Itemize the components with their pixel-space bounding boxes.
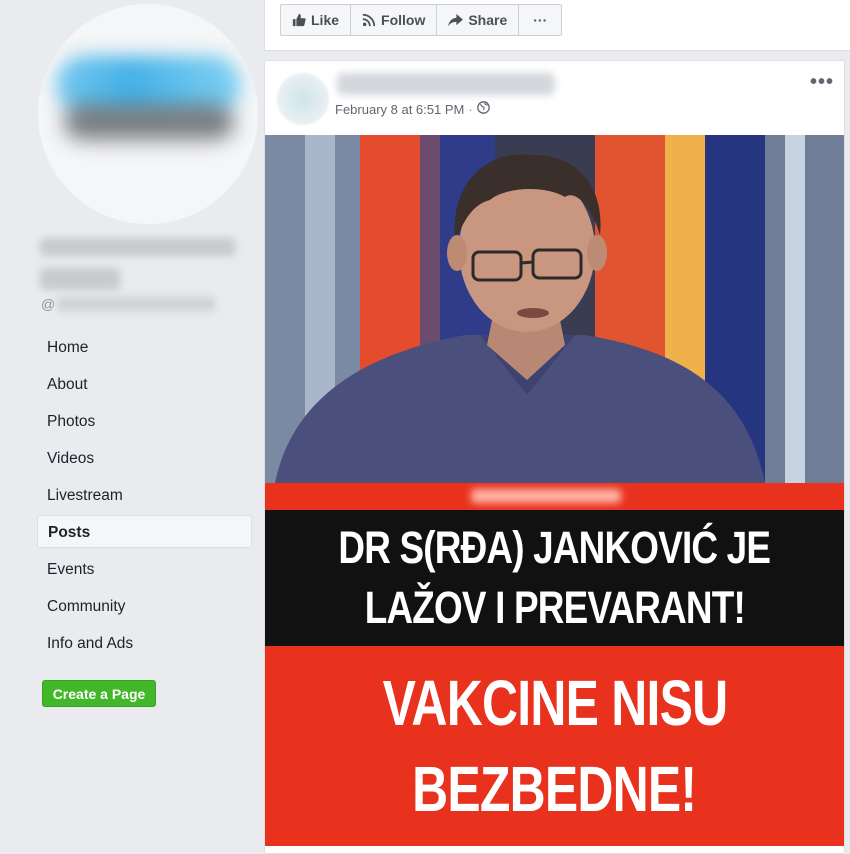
rss-icon [362, 13, 376, 27]
nav-item-events[interactable]: Events [37, 552, 252, 585]
share-arrow-icon [448, 13, 464, 27]
page-action-buttons: Like Follow Share ··· [280, 4, 563, 36]
share-button[interactable]: Share [437, 5, 520, 35]
handle-redacted [57, 297, 216, 311]
thumbs-up-icon [292, 13, 306, 27]
nav-item-posts[interactable]: Posts [37, 515, 252, 548]
page-name-redacted-line2[interactable] [40, 268, 120, 290]
photo-of-man [265, 135, 844, 483]
page-actions-bar: Like Follow Share ··· [264, 0, 850, 51]
caption-line-2: LAŽOV I PREVARANT! [364, 582, 745, 633]
like-label: Like [311, 12, 340, 28]
black-caption-banner: DR S(RĐA) JANKOVIĆ JE LAŽOV I PREVARANT! [265, 510, 844, 646]
create-page-button[interactable]: Create a Page [42, 680, 156, 707]
follow-label: Follow [381, 12, 426, 28]
post-options-button[interactable]: ••• [810, 71, 834, 94]
post-image[interactable]: DR S(RĐA) JANKOVIĆ JE LAŽOV I PREVARANT!… [265, 135, 844, 846]
red-banner-top [265, 483, 844, 510]
post-card: February 8 at 6:51 PM · ••• DR S(RĐA) JA… [264, 60, 845, 854]
page-sidebar: @ Home About Photos Videos Livestream Po… [0, 0, 262, 854]
like-button[interactable]: Like [281, 5, 352, 35]
handle-at-sign: @ [41, 296, 56, 312]
post-author-avatar[interactable] [277, 73, 329, 125]
nav-item-videos[interactable]: Videos [37, 441, 252, 474]
blurred-logo-text [64, 104, 234, 140]
nav-item-photos[interactable]: Photos [37, 404, 252, 437]
post-author-name-redacted[interactable] [337, 73, 555, 95]
caption-line-3: VAKCINE NISU [382, 667, 728, 739]
nav-item-info-and-ads[interactable]: Info and Ads [37, 626, 252, 659]
page-handle[interactable]: @ [41, 296, 216, 312]
page-name-redacted[interactable] [40, 238, 235, 256]
globe-icon[interactable] [476, 101, 490, 117]
page-nav: Home About Photos Videos Livestream Post… [37, 330, 252, 663]
banner-source-redacted [471, 489, 621, 503]
post-meta: February 8 at 6:51 PM · [335, 101, 490, 117]
more-actions-button[interactable]: ··· [519, 5, 561, 35]
nav-item-livestream[interactable]: Livestream [37, 478, 252, 511]
nav-item-community[interactable]: Community [37, 589, 252, 622]
caption-line-1: DR S(RĐA) JANKOVIĆ JE [338, 522, 772, 573]
follow-button[interactable]: Follow [351, 5, 438, 35]
post-timestamp[interactable]: February 8 at 6:51 PM [335, 102, 464, 117]
nav-item-home[interactable]: Home [37, 330, 252, 363]
meta-separator: · [468, 101, 473, 117]
share-label: Share [468, 12, 508, 28]
person-illustration [275, 154, 765, 483]
red-caption-banner: VAKCINE NISU BEZBEDNE! [265, 646, 844, 846]
more-dots-icon: ··· [533, 12, 548, 28]
nav-item-about[interactable]: About [37, 367, 252, 400]
caption-line-4: BEZBEDNE! [412, 753, 697, 825]
page-profile-picture[interactable] [38, 4, 258, 224]
